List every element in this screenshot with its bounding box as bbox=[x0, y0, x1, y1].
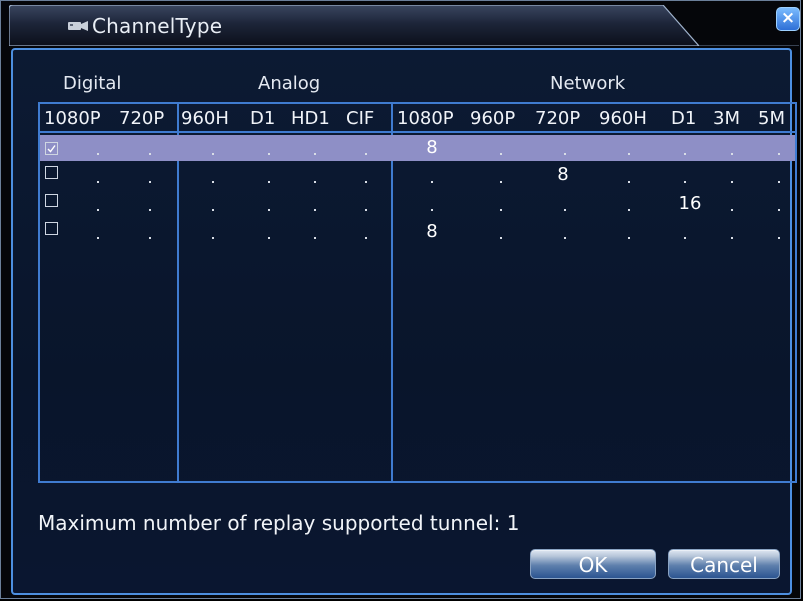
empty-cell-dot bbox=[365, 237, 367, 239]
empty-cell-dot bbox=[149, 237, 151, 239]
close-icon: × bbox=[780, 8, 796, 28]
checkmark-icon bbox=[47, 145, 56, 153]
col-header-network-960p: 960P bbox=[470, 108, 516, 129]
empty-cell-dot bbox=[431, 181, 433, 183]
replay-tunnel-info: Maximum number of replay supported tunne… bbox=[38, 511, 520, 535]
channel-type-dialog: ChannelType × Digital Analog Network 108… bbox=[0, 0, 801, 599]
empty-cell-dot bbox=[628, 237, 630, 239]
group-header-digital: Digital bbox=[63, 73, 122, 94]
empty-cell-dot bbox=[684, 181, 686, 183]
empty-cell-dot bbox=[212, 181, 214, 183]
row-3-network-d1-value[interactable]: 16 bbox=[675, 194, 705, 214]
empty-cell-dot bbox=[778, 181, 780, 183]
empty-cell-dot bbox=[731, 209, 733, 211]
empty-cell-dot bbox=[564, 209, 566, 211]
empty-cell-dot bbox=[500, 153, 502, 155]
row-4-network-1080p-value[interactable]: 8 bbox=[417, 222, 447, 242]
empty-cell-dot bbox=[268, 153, 270, 155]
col-header-network-5m: 5M bbox=[758, 108, 785, 129]
empty-cell-dot bbox=[684, 153, 686, 155]
empty-cell-dot bbox=[628, 209, 630, 211]
empty-cell-dot bbox=[365, 209, 367, 211]
empty-cell-dot bbox=[365, 181, 367, 183]
empty-cell-dot bbox=[314, 181, 316, 183]
col-header-digital-720p: 720P bbox=[119, 108, 165, 129]
empty-cell-dot bbox=[97, 153, 99, 155]
empty-cell-dot bbox=[778, 237, 780, 239]
empty-cell-dot bbox=[564, 237, 566, 239]
empty-cell-dot bbox=[212, 237, 214, 239]
empty-cell-dot bbox=[431, 209, 433, 211]
row-2-checkbox[interactable] bbox=[45, 166, 58, 179]
empty-cell-dot bbox=[731, 237, 733, 239]
title-bar: ChannelType bbox=[9, 5, 799, 46]
col-header-network-d1: D1 bbox=[671, 108, 697, 129]
group-header-network: Network bbox=[550, 73, 626, 94]
ok-button[interactable]: OK bbox=[530, 549, 656, 579]
col-header-analog-d1: D1 bbox=[250, 108, 276, 129]
close-button[interactable]: × bbox=[776, 7, 800, 31]
empty-cell-dot bbox=[149, 153, 151, 155]
row-1-checkbox[interactable] bbox=[45, 142, 58, 155]
empty-cell-dot bbox=[778, 209, 780, 211]
col-header-digital-1080p: 1080P bbox=[44, 108, 101, 129]
empty-cell-dot bbox=[684, 237, 686, 239]
window-title: ChannelType bbox=[92, 14, 223, 38]
empty-cell-dot bbox=[365, 153, 367, 155]
empty-cell-dot bbox=[268, 237, 270, 239]
empty-cell-dot bbox=[268, 209, 270, 211]
empty-cell-dot bbox=[212, 209, 214, 211]
group-header-analog: Analog bbox=[258, 73, 321, 94]
row-1-network-1080p-value[interactable]: 8 bbox=[417, 138, 447, 158]
empty-cell-dot bbox=[564, 153, 566, 155]
col-header-network-3m: 3M bbox=[713, 108, 740, 129]
col-header-analog-960h: 960H bbox=[181, 108, 229, 129]
empty-cell-dot bbox=[314, 209, 316, 211]
col-header-network-1080p: 1080P bbox=[397, 108, 454, 129]
row-4-checkbox[interactable] bbox=[45, 222, 58, 235]
empty-cell-dot bbox=[731, 153, 733, 155]
row-3-checkbox[interactable] bbox=[45, 194, 58, 207]
empty-cell-dot bbox=[500, 209, 502, 211]
row-2-network-720p-value[interactable]: 8 bbox=[548, 165, 578, 185]
empty-cell-dot bbox=[778, 153, 780, 155]
col-header-analog-cif: CIF bbox=[346, 108, 375, 129]
camera-icon bbox=[68, 21, 88, 31]
cancel-button[interactable]: Cancel bbox=[668, 549, 780, 579]
col-header-analog-hd1: HD1 bbox=[291, 108, 330, 129]
empty-cell-dot bbox=[314, 237, 316, 239]
empty-cell-dot bbox=[268, 181, 270, 183]
col-header-network-720p: 720P bbox=[535, 108, 581, 129]
empty-cell-dot bbox=[97, 209, 99, 211]
empty-cell-dot bbox=[628, 181, 630, 183]
empty-cell-dot bbox=[731, 181, 733, 183]
empty-cell-dot bbox=[97, 181, 99, 183]
table-header-divider bbox=[38, 131, 797, 133]
empty-cell-dot bbox=[212, 153, 214, 155]
empty-cell-dot bbox=[500, 237, 502, 239]
empty-cell-dot bbox=[500, 181, 502, 183]
empty-cell-dot bbox=[149, 209, 151, 211]
empty-cell-dot bbox=[149, 181, 151, 183]
empty-cell-dot bbox=[97, 237, 99, 239]
col-header-network-960h: 960H bbox=[599, 108, 647, 129]
empty-cell-dot bbox=[628, 153, 630, 155]
empty-cell-dot bbox=[314, 153, 316, 155]
